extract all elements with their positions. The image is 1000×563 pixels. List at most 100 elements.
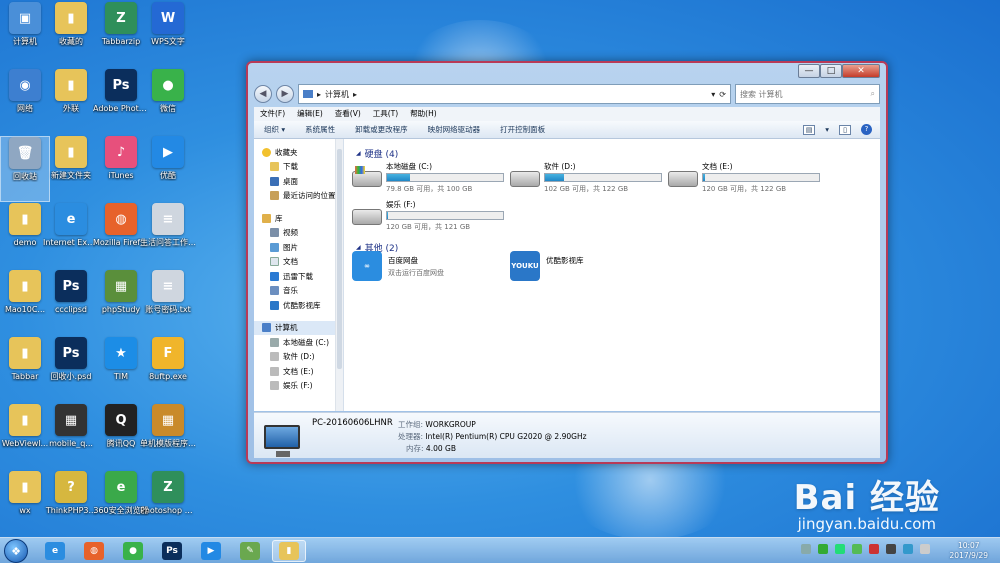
sidebar-item-drive-f[interactable]: 娱乐 (F:) — [254, 379, 343, 394]
search-icon[interactable]: ⌕ — [871, 89, 875, 99]
taskbar-app-button[interactable]: ✎ — [233, 540, 267, 562]
desktop-icon[interactable]: ◉ 网络 — [0, 69, 50, 135]
sidebar-scrollbar[interactable] — [335, 139, 343, 411]
desktop-icon[interactable]: Ps 回收小.psd — [46, 337, 96, 403]
control-panel-button[interactable]: 打开控制面板 — [500, 124, 545, 135]
view-options-icon[interactable]: ▤ — [803, 124, 816, 135]
breadcrumb-arrow[interactable]: ▸ — [353, 90, 357, 99]
taskbar-app-button[interactable]: ▶ — [194, 540, 228, 562]
desktop-icon[interactable]: ▮ Tabbar — [0, 337, 50, 403]
close-button[interactable]: ✕ — [842, 64, 880, 78]
desktop-icon[interactable]: ▮ 外联 — [46, 69, 96, 135]
desktop-icon[interactable]: ▮ Mao10C... — [0, 270, 50, 336]
address-bar[interactable]: ▸ 计算机 ▸ ▾ ⟳ — [298, 84, 731, 104]
tray-icon[interactable] — [903, 544, 913, 554]
refresh-icon[interactable]: ⟳ — [719, 90, 726, 99]
sidebar-item-recent[interactable]: 最近访问的位置 — [254, 189, 343, 204]
drive-item[interactable]: 文档 (E:) 120 GB 可用，共 122 GB — [668, 161, 828, 201]
tray-icon[interactable] — [835, 544, 845, 554]
desktop-icon[interactable]: ◍ Mozilla Firefox — [93, 203, 149, 269]
collapse-icon[interactable]: ◢ — [356, 150, 361, 157]
tray-icon[interactable] — [818, 544, 828, 554]
taskbar-app-button[interactable]: ▮ — [272, 540, 306, 562]
desktop-icon[interactable]: ▮ WebViewl... — [0, 404, 50, 470]
sidebar-item-videos[interactable]: 视频 — [254, 226, 343, 241]
desktop-icon[interactable]: Z Photoshop 2015CC破... — [140, 471, 196, 537]
taskbar-app-button[interactable]: ● — [116, 540, 150, 562]
tray-icon[interactable] — [852, 544, 862, 554]
desktop-icon[interactable]: ♪ iTunes — [96, 136, 146, 202]
sidebar-item-drive-c[interactable]: 本地磁盘 (C:) — [254, 335, 343, 350]
sidebar-item-drive-d[interactable]: 软件 (D:) — [254, 350, 343, 365]
preview-pane-icon[interactable]: ▯ — [839, 124, 851, 135]
sidebar-item-desktop[interactable]: 桌面 — [254, 174, 343, 189]
scrollbar-thumb[interactable] — [337, 149, 342, 369]
sidebar-item-thunder[interactable]: 迅雷下载 — [254, 269, 343, 284]
forward-button[interactable]: ▶ — [276, 85, 294, 103]
desktop-icon[interactable]: Z Tabbarzip — [96, 2, 146, 68]
tray-icon[interactable] — [886, 544, 896, 554]
uninstall-button[interactable]: 卸载或更改程序 — [355, 124, 408, 135]
tray-icon[interactable] — [869, 544, 879, 554]
start-button[interactable]: ❖ — [4, 539, 28, 563]
minimize-button[interactable]: — — [798, 64, 820, 78]
breadcrumb-arrow[interactable]: ▸ — [317, 90, 321, 99]
menu-edit[interactable]: 编辑(E) — [297, 107, 323, 121]
desktop-icon[interactable]: Q 腾讯QQ — [96, 404, 146, 470]
taskbar-app-button[interactable]: e — [38, 540, 72, 562]
desktop-icon[interactable]: ≡ 账号密码.txt — [143, 270, 193, 336]
desktop-icon[interactable]: ▣ 计算机 — [0, 2, 50, 68]
desktop-icon[interactable]: ▮ demo — [0, 203, 50, 269]
sidebar-item-youku[interactable]: 优酷影视库 — [254, 298, 343, 313]
group-header-drives[interactable]: ◢ 硬盘 (4) — [356, 147, 398, 160]
taskbar-app-button[interactable]: ◍ — [77, 540, 111, 562]
sidebar-item-documents[interactable]: 文档 — [254, 255, 343, 270]
back-button[interactable]: ◀ — [254, 85, 272, 103]
menu-help[interactable]: 帮助(H) — [410, 107, 437, 121]
desktop-icon[interactable]: ● 微信 — [143, 69, 193, 135]
desktop-icon[interactable]: W WPS文字 — [143, 2, 193, 68]
menu-file[interactable]: 文件(F) — [260, 107, 285, 121]
sidebar-item-pictures[interactable]: 图片 — [254, 240, 343, 255]
organize-button[interactable]: 组织 ▾ — [264, 124, 285, 135]
desktop-icon[interactable]: ▮ 新建文件夹 — [46, 136, 96, 202]
sidebar-libraries[interactable]: 库 — [254, 211, 343, 226]
taskbar-app-button[interactable]: Ps — [155, 540, 189, 562]
clock[interactable]: 10:07 2017/9/29 — [950, 541, 988, 561]
tray-icon[interactable] — [920, 544, 930, 554]
maximize-button[interactable]: □ — [820, 64, 842, 78]
desktop-icon[interactable]: 🗑 回收站 — [0, 136, 50, 202]
map-drive-button[interactable]: 映射网络驱动器 — [428, 124, 481, 135]
desktop-icon[interactable]: ▦ 单机模版程序.exe — [140, 404, 196, 470]
chevron-down-icon[interactable]: ▾ — [825, 125, 829, 134]
desktop-icon[interactable]: PsAdobe Photosh... — [93, 69, 149, 135]
collapse-icon[interactable]: ◢ — [356, 244, 361, 251]
dropdown-icon[interactable]: ▾ — [711, 90, 715, 99]
desktop-icon[interactable]: ≡ 生活问答工作资料.txt — [140, 203, 196, 269]
sidebar-computer[interactable]: 计算机 — [254, 320, 343, 335]
desktop-icon[interactable]: ? ThinkPHP3... — [46, 471, 96, 537]
drive-item[interactable]: 软件 (D:) 102 GB 可用，共 122 GB — [510, 161, 670, 201]
desktop-icon[interactable]: e 360安全浏览器 — [93, 471, 149, 537]
baidu-netdisk-item[interactable]: ∞ 百度网盘 双击运行百度网盘 — [352, 251, 444, 281]
sidebar-item-downloads[interactable]: 下载 — [254, 160, 343, 175]
desktop-icon[interactable]: ▦ phpStudy — [96, 270, 146, 336]
search-box[interactable]: ⌕ — [735, 84, 880, 104]
tray-icon[interactable] — [801, 544, 811, 554]
drive-item[interactable]: 娱乐 (F:) 120 GB 可用，共 121 GB — [352, 199, 512, 239]
breadcrumb[interactable]: 计算机 — [325, 89, 349, 100]
sidebar-favorites[interactable]: 收藏夹 — [254, 145, 343, 160]
desktop-icon[interactable]: Ps ccclipsd — [46, 270, 96, 336]
drive-item[interactable]: 本地磁盘 (C:) 79.8 GB 可用，共 100 GB — [352, 161, 512, 201]
desktop-icon[interactable]: ▮ 收藏的 — [46, 2, 96, 68]
desktop-icon[interactable]: e Internet Explorer — [43, 203, 99, 269]
sidebar-item-music[interactable]: 音乐 — [254, 284, 343, 299]
menu-view[interactable]: 查看(V) — [335, 107, 361, 121]
menu-tools[interactable]: 工具(T) — [373, 107, 398, 121]
desktop-icon[interactable]: ★ TIM — [96, 337, 146, 403]
help-icon[interactable]: ? — [861, 124, 872, 135]
desktop-icon[interactable]: ▮ wx — [0, 471, 50, 537]
youku-library-item[interactable]: YOUKU 优酷影视库 — [510, 251, 584, 281]
desktop-icon[interactable]: ▶ 优酷 — [143, 136, 193, 202]
system-properties-button[interactable]: 系统属性 — [305, 124, 335, 135]
